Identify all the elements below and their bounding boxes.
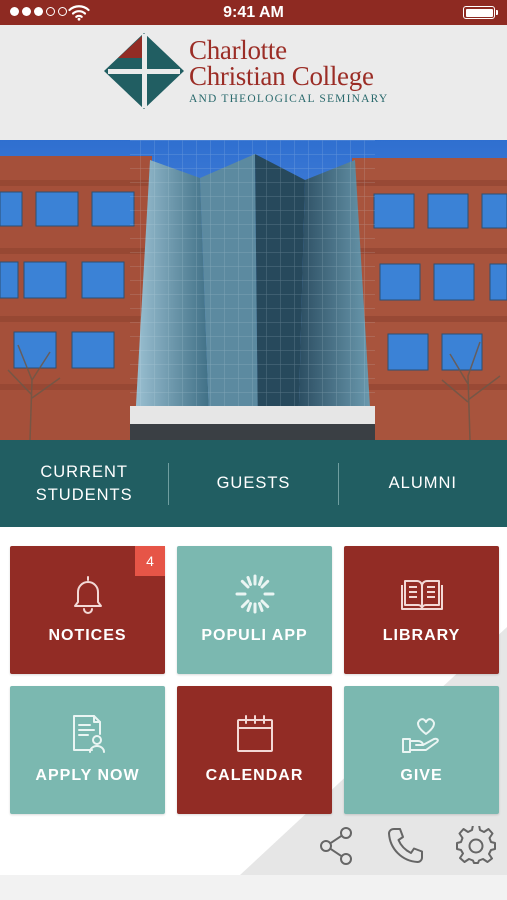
college-name-line2: Christian College — [189, 61, 374, 91]
calendar-icon — [236, 715, 273, 752]
give-tile[interactable]: GIVE — [344, 686, 499, 814]
phone-icon[interactable] — [386, 826, 424, 866]
share-icon[interactable] — [318, 826, 356, 866]
tiles-grid: NOTICES 4 POPULI APP LIBRARY APPLY NOW C… — [0, 527, 507, 875]
book-icon — [400, 580, 443, 610]
notices-label: NOTICES — [48, 627, 127, 644]
status-bar: 9:41 AM — [0, 0, 507, 25]
bell-icon — [73, 576, 102, 614]
nav-guests[interactable]: GUESTS — [169, 472, 337, 495]
nav-guests-label: GUESTS — [216, 474, 291, 492]
college-subtitle: AND THEOLOGICAL SEMINARY — [189, 93, 389, 105]
settings-gear-icon[interactable] — [456, 826, 496, 866]
apply-now-tile[interactable]: APPLY NOW — [10, 686, 165, 814]
nav-alumni[interactable]: ALUMNI — [339, 472, 507, 495]
nav-alumni-label: ALUMNI — [388, 474, 457, 492]
college-name: Charlotte Christian College AND THEOLOGI… — [189, 35, 389, 106]
populi-app-label: POPULI APP — [201, 627, 308, 644]
populi-app-tile[interactable]: POPULI APP — [177, 546, 332, 674]
notices-tile[interactable]: NOTICES 4 — [10, 546, 165, 674]
college-name-line1: Charlotte — [189, 35, 287, 65]
college-cross-logo-icon — [104, 33, 184, 109]
bottom-edge — [0, 875, 507, 900]
nav-current-students[interactable]: CURRENT STUDENTS — [0, 461, 168, 507]
battery-icon — [463, 6, 498, 19]
status-time: 9:41 AM — [223, 4, 284, 21]
app-header: Charlotte Christian College AND THEOLOGI… — [0, 25, 507, 140]
application-form-icon — [72, 715, 105, 753]
audience-nav: CURRENT STUDENTS GUESTS ALUMNI — [0, 440, 507, 527]
library-label: LIBRARY — [382, 627, 461, 644]
apply-now-label: APPLY NOW — [35, 767, 140, 784]
notification-count-badge: 4 — [135, 546, 165, 576]
nav-current-students-line1: CURRENT — [40, 462, 128, 481]
library-tile[interactable]: LIBRARY — [344, 546, 499, 674]
campus-building-photo — [0, 140, 507, 440]
populi-icon — [235, 574, 274, 614]
calendar-tile[interactable]: CALENDAR — [177, 686, 332, 814]
giving-hand-heart-icon — [401, 718, 439, 753]
nav-current-students-line2: STUDENTS — [35, 485, 133, 504]
calendar-label: CALENDAR — [205, 767, 304, 784]
give-label: GIVE — [400, 767, 443, 784]
